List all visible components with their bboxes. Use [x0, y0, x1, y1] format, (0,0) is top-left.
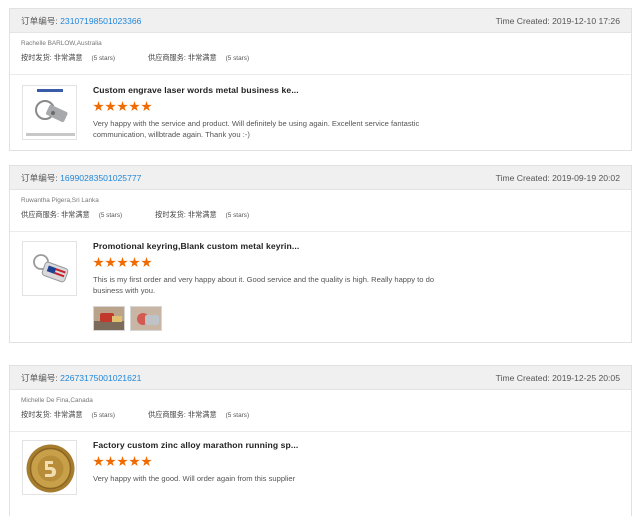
review-body: Promotional keyring,Blank custom metal k…	[10, 232, 631, 331]
star-icon	[93, 456, 104, 467]
review-text: Very happy with the good. Will order aga…	[93, 474, 296, 483]
rating-stars-text: (5 stars)	[98, 212, 123, 219]
rating-stars-text: (5 stars)	[225, 212, 250, 219]
keyring-product-photo[interactable]	[22, 85, 77, 140]
rating-value: 非常满意	[187, 53, 217, 62]
product-title-link[interactable]: Custom engrave laser words metal busines…	[93, 85, 481, 95]
rating-stars-text: (5 stars)	[91, 412, 115, 419]
ratings-row: 按时发货: 非常满意 (5 stars) 供应商服务: 非常满意 (5 star…	[21, 410, 620, 420]
review-meta: Ruwantha Pigera,Sri Lanka 供应商服务: 非常满意 (5…	[10, 190, 631, 232]
rating-label: 供应商服务:	[21, 210, 59, 219]
time-created-value: 2019-09-19 20:02	[552, 172, 620, 183]
star-rating	[93, 101, 481, 113]
order-number-link[interactable]: 22673175001021621	[60, 373, 141, 383]
star-icon	[129, 257, 140, 268]
flag-keyring-photo[interactable]	[22, 241, 77, 296]
rating-label: 供应商服务:	[147, 53, 186, 62]
rating-value: 非常满意	[53, 53, 83, 62]
star-icon	[117, 456, 128, 467]
order-header: 订单编号: 16990283501025777 Time Created: 20…	[10, 166, 631, 190]
star-icon	[105, 456, 116, 467]
rating-stars-text: (5 stars)	[225, 55, 250, 62]
rating-item: 供应商服务: 非常满意 (5 stars)	[148, 53, 249, 63]
star-icon	[141, 456, 152, 467]
rating-item: 供应商服务: 非常满意 (5 stars)	[21, 210, 122, 220]
rating-value: 非常满意	[53, 410, 83, 419]
star-icon	[117, 257, 128, 268]
rating-value: 非常满意	[60, 210, 90, 219]
star-icon	[117, 101, 128, 112]
buyer-name: Ruwantha Pigera,Sri Lanka	[21, 197, 99, 204]
review-body: Factory custom zinc alloy marathon runni…	[10, 432, 631, 495]
star-icon	[93, 257, 104, 268]
rating-stars-text: (5 stars)	[225, 412, 250, 419]
buyer-name: Rachelle BARLOW,Australia	[21, 40, 102, 47]
rating-item: 按时发货: 非常满意 (5 stars)	[21, 53, 115, 63]
review-body: Custom engrave laser words metal busines…	[10, 75, 631, 140]
star-icon	[105, 101, 116, 112]
time-created-label: Time Created:	[495, 172, 550, 183]
rating-item: 供应商服务: 非常满意 (5 stars)	[148, 410, 249, 420]
star-rating	[93, 257, 481, 269]
review-meta: Rachelle BARLOW,Australia 按时发货: 非常满意 (5 …	[10, 33, 631, 75]
review-photo[interactable]	[130, 306, 162, 331]
ratings-row: 供应商服务: 非常满意 (5 stars) 按时发货: 非常满意 (5 star…	[21, 210, 620, 220]
order-number-label: 订单编号:	[21, 372, 58, 383]
review-meta: Michelle De Fina,Canada 按时发货: 非常满意 (5 st…	[10, 390, 631, 432]
order-card: 订单编号: 22673175001021621 Time Created: 20…	[9, 365, 632, 516]
order-number-label: 订单编号:	[21, 15, 58, 26]
rating-stars-text: (5 stars)	[91, 55, 115, 62]
review-text: This is my first order and very happy ab…	[93, 275, 435, 295]
rating-label: 按时发货:	[21, 410, 52, 419]
time-created-label: Time Created:	[495, 372, 550, 383]
time-created-value: 2019-12-25 20:05	[552, 372, 620, 383]
buyer-name: Michelle De Fina,Canada	[21, 397, 93, 404]
ratings-row: 按时发货: 非常满意 (5 stars) 供应商服务: 非常满意 (5 star…	[21, 53, 620, 63]
review-photos	[93, 306, 481, 331]
rating-item: 按时发货: 非常满意 (5 stars)	[155, 210, 249, 220]
order-number-label: 订单编号:	[21, 172, 58, 183]
order-number-link[interactable]: 16990283501025777	[60, 173, 141, 183]
star-icon	[105, 257, 116, 268]
star-icon	[93, 101, 104, 112]
rating-label: 供应商服务:	[147, 410, 186, 419]
rating-item: 按时发货: 非常满意 (5 stars)	[21, 410, 115, 420]
order-header: 订单编号: 23107198501023366 Time Created: 20…	[10, 9, 631, 33]
rating-label: 按时发货:	[155, 210, 186, 219]
order-card: 订单编号: 23107198501023366 Time Created: 20…	[9, 8, 632, 151]
star-icon	[141, 101, 152, 112]
rating-value: 非常满意	[187, 410, 217, 419]
order-number-link[interactable]: 23107198501023366	[60, 16, 141, 26]
review-text: Very happy with the service and product.…	[93, 119, 420, 139]
review-photo[interactable]	[93, 306, 125, 331]
star-rating	[93, 456, 481, 468]
star-icon	[129, 456, 140, 467]
rating-value: 非常满意	[187, 210, 217, 219]
star-icon	[129, 101, 140, 112]
order-card: 订单编号: 16990283501025777 Time Created: 20…	[9, 165, 632, 343]
time-created-label: Time Created:	[495, 15, 550, 26]
product-title-link[interactable]: Factory custom zinc alloy marathon runni…	[93, 440, 481, 450]
rating-label: 按时发货:	[21, 53, 52, 62]
star-icon	[141, 257, 152, 268]
order-header: 订单编号: 22673175001021621 Time Created: 20…	[10, 366, 631, 390]
5k-medal-photo[interactable]	[22, 440, 77, 495]
product-title-link[interactable]: Promotional keyring,Blank custom metal k…	[93, 241, 481, 251]
time-created-value: 2019-12-10 17:26	[552, 15, 620, 26]
